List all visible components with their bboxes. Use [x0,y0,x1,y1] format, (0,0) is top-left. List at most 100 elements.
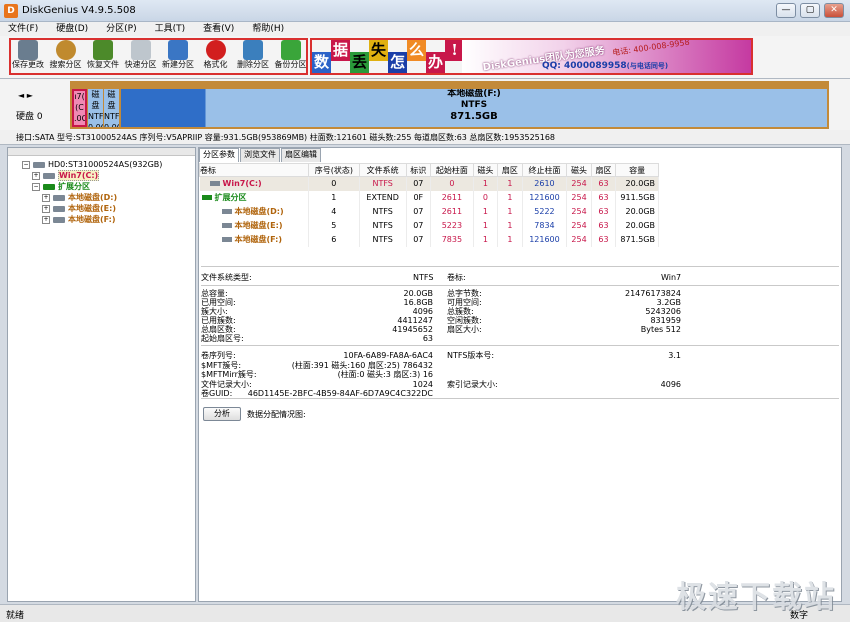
expand-icon[interactable]: + [42,193,50,202]
detail-label: 卷序列号: [201,351,236,360]
table-header[interactable]: 磁头 [472,163,499,177]
expand-icon[interactable]: + [42,215,50,224]
minimize-button[interactable]: — [776,3,796,18]
tree-item[interactable]: + 本地磁盘(E:) [42,203,116,214]
fs-type-value: NTFS [413,273,434,282]
table-cell: 254 [566,190,592,205]
partition-block[interactable]: 本地磁盘(F:) NTFS 871.5GB [121,89,827,127]
table-header[interactable]: 终止柱面 [521,163,568,177]
collapse-icon[interactable]: − [22,160,30,169]
table-cell: 871.5GB [615,232,659,247]
toolbar-button-7[interactable]: 删除分区 [235,40,271,72]
menu-help[interactable]: 帮助(H) [252,22,284,36]
toolbar-button-label: 删除分区 [237,60,269,69]
table-header[interactable]: 标识 [405,163,432,177]
table-row[interactable]: Win7(C:) 0 NTFS 07 0 1 1 2610 254 63 20.0GB [199,176,659,191]
toolbar-button-label: 快速分区 [124,60,157,69]
table-header[interactable]: 磁头 [566,163,592,177]
menu-file[interactable]: 文件(F) [8,22,38,36]
menu-disk[interactable]: 硬盘(D) [56,22,88,36]
volume-label: Win7(C:) [222,179,262,189]
new-partition-icon [168,40,188,60]
detail-label: 已用簇数: [201,316,236,325]
table-row[interactable]: 本地磁盘(E:) 5 NTFS 07 5223 1 1 7834 254 63 20.0GB [199,218,659,233]
table-header[interactable]: 卷标 [199,163,309,177]
toolbar-button-6[interactable]: 格式化 [198,40,234,72]
toolbar-button-8[interactable]: 备份分区 [273,40,309,72]
table-cell: 1 [497,232,523,247]
toolbar-button-3[interactable]: 恢复文件 [85,40,121,72]
partition-block[interactable]: ı7((C .0G [72,89,87,127]
disk-label: 硬盘 0 [16,112,43,122]
close-button[interactable]: ✕ [824,3,844,18]
expand-icon[interactable]: + [42,204,50,213]
table-cell: 121600 [522,232,568,247]
menu-tools[interactable]: 工具(T) [155,22,186,36]
tree-item-label: Win7(C:) [58,170,100,181]
expand-icon[interactable]: + [32,171,40,180]
volume-label: 本地磁盘(D:) [234,207,284,216]
tree-item[interactable]: − 扩展分区 [32,181,90,192]
partition-icon [53,216,65,223]
tree-item[interactable]: + 本地磁盘(F:) [42,214,116,225]
partition-block[interactable]: 磁盘 NTFS0.0G [104,89,119,127]
partition-block-text: NTFS [88,112,103,121]
partition-table: 卷标 序号(状态) 文件系统 标识 起始柱面 磁头 扇区 终止柱面 磁头 扇区 容量 Win7(C:… [199,163,659,247]
partition-icon [53,205,65,212]
table-cell: 5 [308,218,360,233]
tree-pane-header [8,148,195,156]
disk-nav-arrows[interactable]: ◄ ► [18,91,33,100]
table-cell: 121600 [522,190,568,205]
volume-icon [221,237,232,242]
table-row[interactable]: 扩展分区 1 EXTEND 0F 2611 0 1 121600 254 63 911.5GB [199,190,659,205]
table-cell: 7834 [522,218,568,233]
tab-browse-files[interactable]: 浏览文件 [240,148,280,162]
tab-partition-params[interactable]: 分区参数 [199,148,239,162]
tree-root[interactable]: − HD0:ST31000524AS(932GB) [22,159,162,170]
toolbar-button-5[interactable]: 新建分区 [160,40,196,72]
partition-block-text: .0G [74,114,87,123]
tree-item[interactable]: + 本地磁盘(D:) [42,192,117,203]
table-cell: 63 [591,176,617,191]
table-cell: 254 [566,232,592,247]
table-cell: 4 [308,204,360,219]
partition-block-text: (C [75,103,84,112]
table-cell: 扩展分区 [199,190,309,205]
partition-details: 文件系统类型: NTFS 卷标: Win7 总容量: 20.0GB 已用空间: 16.… [201,266,839,526]
ad-banner[interactable]: 数据丢失怎么办! DiskGenius团队为您服务 电话: 400-008-99… [312,40,751,73]
maximize-button[interactable]: ▢ [800,3,820,18]
table-header[interactable]: 序号(状态) [307,163,360,177]
partition-block-text: NTFS [460,100,488,110]
table-cell: NTFS [359,232,407,247]
table-header[interactable]: 起始柱面 [430,163,474,177]
banner-qq-number: QQ: 4000089958 [542,61,627,71]
detail-label: $MFTMirr簇号: [201,370,257,379]
table-cell: 911.5GB [615,190,659,205]
table-header[interactable]: 文件系统 [358,163,407,177]
table-header[interactable]: 扇区 [590,163,617,177]
menu-view[interactable]: 查看(V) [203,22,234,36]
toolbar-button-1[interactable]: 保存更改 [10,40,46,72]
table-header[interactable]: 容量 [615,163,659,177]
toolbar-button-4[interactable]: 快速分区 [123,40,159,72]
details-divider [201,285,839,286]
toolbar-button-2[interactable]: 搜索分区 [48,40,84,72]
toolbar: 保存更改 搜索分区 恢复文件 快速分区 新建分区 格式化 删除分区 备份分区 数据丢失怎么办!… [0,36,850,78]
table-cell: 0 [308,176,360,191]
partition-block-text: 磁盘 [107,90,116,110]
partition-block[interactable]: 磁盘 NTFS0.0G [88,89,103,127]
tree-item[interactable]: + Win7(C:) [32,170,100,181]
menu-partition[interactable]: 分区(P) [106,22,136,36]
table-cell: NTFS [359,176,407,191]
tab-sector-edit[interactable]: 扇区编辑 [281,148,321,162]
table-row[interactable]: 本地磁盘(F:) 6 NTFS 07 7835 1 1 121600 254 63 871.5GB [199,232,659,247]
table-cell: 254 [566,218,592,233]
analyze-button[interactable]: 分析 [203,407,241,421]
table-cell: 1 [308,190,360,205]
detail-label: 起始扇区号: [201,334,244,343]
table-row[interactable]: 本地磁盘(D:) 4 NTFS 07 2611 1 1 5222 254 63 20.0GB [199,204,659,219]
volume-label: 扩展分区 [214,193,247,202]
detail-label: 空闲簇数: [447,316,482,325]
table-header[interactable]: 扇区 [497,163,523,177]
collapse-icon[interactable]: − [32,182,40,191]
